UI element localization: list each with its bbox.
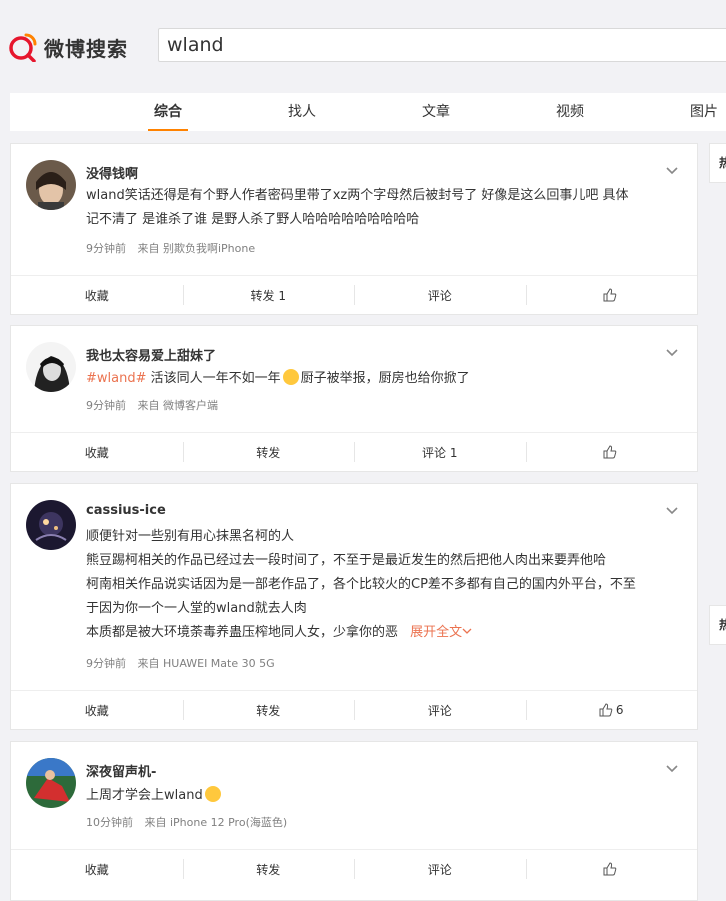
thinking-emoji-icon [204,786,221,802]
header: 微博搜索 [0,0,726,86]
post-source: 来自 HUAWEI Mate 30 5G [137,657,275,670]
repost-button[interactable]: 转发 1 [182,276,355,314]
expand-full-text-link[interactable]: 展开全文 [410,625,472,640]
chevron-down-icon[interactable] [665,164,679,178]
post-meta: 9分钟前 来自 HUAWEI Mate 30 5G [86,655,283,671]
avatar[interactable] [26,160,76,210]
weibo-logo-icon [9,33,37,62]
chevron-down-icon [462,628,472,634]
thumbs-up-icon [603,862,617,876]
post-time[interactable]: 10分钟前 [86,816,133,829]
comment-button[interactable]: 评论 [354,276,526,314]
post-card: 深夜留声机- 上周才学会上wland 10分钟前 来自 iPhone 12 Pr… [10,741,698,901]
thumbs-up-icon [599,703,613,717]
avatar-image [26,500,76,550]
search-input[interactable] [159,29,725,61]
repost-button[interactable]: 转发 [182,691,355,729]
post-text: 顺便针对一些别有用心抹黑名柯的人 熊豆踢柯相关的作品已经过去一段时间了，不至于是… [86,529,636,640]
post-source: 来自 别欺负我啊iPhone [137,242,256,255]
post-meta: 10分钟前 来自 iPhone 12 Pro(海蓝色) [86,814,295,830]
tab-people[interactable]: 找人 [272,93,332,131]
avatar[interactable] [26,342,76,392]
weibo-search-logo[interactable]: 微博搜索 [8,30,128,64]
post-author[interactable]: cassius-ice [86,503,166,518]
post-actions: 收藏 转发 评论 6 [11,690,697,729]
like-button[interactable] [525,850,698,888]
side-panel-hot[interactable]: 热 [709,143,726,183]
post-card: 我也太容易爱上甜妹了 #wland# 活该同人一年不如一年 厨子被举报，厨房也给你… [10,325,698,472]
post-actions: 收藏 转发 1 评论 [11,275,697,314]
avatar-image [26,160,76,210]
post-card: 没得钱啊 wland笑话还得是有个野人作者密码里带了xz两个字母然后被封号了 好… [10,143,698,315]
tab-videos[interactable]: 视频 [540,93,600,131]
like-button[interactable] [525,433,698,471]
like-button[interactable]: 6 [525,691,698,729]
repost-button[interactable]: 转发 [182,850,355,888]
search-tabs: 综合 找人 文章 视频 图片 [10,93,726,131]
chevron-down-icon[interactable] [665,346,679,360]
avatar-image [26,758,76,808]
chevron-down-icon[interactable] [665,762,679,776]
post-time[interactable]: 9分钟前 [86,657,126,670]
favorite-button[interactable]: 收藏 [11,433,183,471]
chevron-down-icon[interactable] [665,504,679,518]
favorite-button[interactable]: 收藏 [11,850,183,888]
post-author[interactable]: 没得钱啊 [86,163,138,182]
post-text: wland笑话还得是有个野人作者密码里带了xz两个字母然后被封号了 好像是这么回… [86,188,629,227]
post-source: 来自 iPhone 12 Pro(海蓝色) [144,816,288,829]
post-actions: 收藏 转发 评论 [11,849,697,888]
post-text: #wland# 活该同人一年不如一年 厨子被举报，厨房也给你掀了 [86,369,470,386]
tab-images[interactable]: 图片 [674,93,726,131]
tab-comprehensive[interactable]: 综合 [138,93,198,131]
avatar[interactable] [26,758,76,808]
avatar[interactable] [26,500,76,550]
comment-button[interactable]: 评论 [354,850,526,888]
comment-button[interactable]: 评论 1 [354,433,526,471]
tab-articles[interactable]: 文章 [406,93,466,131]
post-card: cassius-ice 顺便针对一些别有用心抹黑名柯的人 熊豆踢柯相关的作品已经… [10,483,698,730]
avatar-image [26,342,76,392]
post-time[interactable]: 9分钟前 [86,399,126,412]
post-actions: 收藏 转发 评论 1 [11,432,697,471]
thumbs-up-icon [603,288,617,302]
logo-text: 微博搜索 [44,36,128,61]
hashtag-link[interactable]: #wland# [86,371,147,386]
post-time[interactable]: 9分钟前 [86,242,126,255]
post-author[interactable]: 我也太容易爱上甜妹了 [86,345,216,364]
post-text: 上周才学会上wland [86,784,679,808]
thumbs-up-icon [603,445,617,459]
post-meta: 9分钟前 来自 微博客户端 [86,397,226,413]
comment-button[interactable]: 评论 [354,691,526,729]
like-button[interactable] [525,276,698,314]
favorite-button[interactable]: 收藏 [11,276,183,314]
post-meta: 9分钟前 来自 别欺负我啊iPhone [86,240,263,256]
search-box[interactable] [158,28,726,62]
favorite-button[interactable]: 收藏 [11,691,183,729]
repost-button[interactable]: 转发 [182,433,355,471]
side-panel-hot-2[interactable]: 热 [709,605,726,645]
post-source: 来自 微博客户端 [137,399,219,412]
embarrassed-emoji-icon [282,369,299,385]
post-author[interactable]: 深夜留声机- [86,761,156,780]
